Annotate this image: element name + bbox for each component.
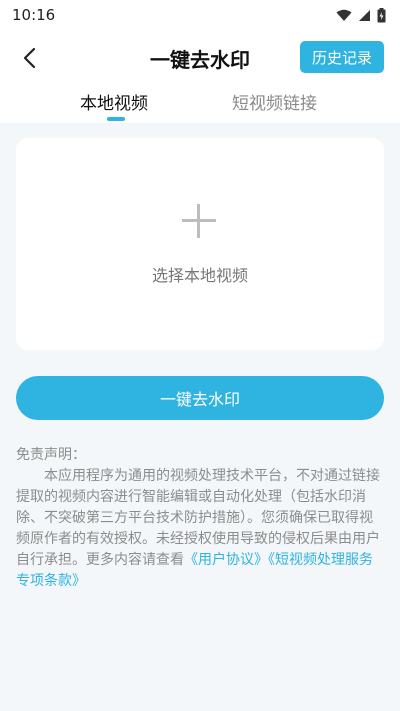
select-video-card[interactable]: 选择本地视频 bbox=[16, 138, 384, 350]
plus-icon bbox=[182, 204, 216, 238]
disclaimer-heading: 免责声明： bbox=[16, 447, 86, 463]
tab-local-video[interactable]: 本地视频 bbox=[80, 89, 148, 114]
battery-icon bbox=[377, 7, 386, 22]
signal-icon bbox=[359, 9, 370, 21]
tab-bar: 本地视频 短视频链接 bbox=[0, 85, 400, 123]
disclaimer-body: 本应用程序为通用的视频处理技术平台，不对通过链接提取的视频内容进行智能编辑或自动… bbox=[16, 466, 382, 592]
select-video-label: 选择本地视频 bbox=[151, 266, 248, 285]
disclaimer: 免责声明： 本应用程序为通用的视频处理技术平台，不对通过链接提取的视频内容进行智… bbox=[16, 445, 382, 592]
status-icons bbox=[336, 7, 386, 23]
tab-video-link[interactable]: 短视频链接 bbox=[232, 89, 317, 114]
wifi-icon bbox=[336, 9, 352, 21]
status-bar: 10:16 bbox=[0, 0, 400, 30]
user-agreement-link[interactable]: 《用户协议》 bbox=[184, 552, 268, 568]
remove-watermark-button[interactable]: 一键去水印 bbox=[16, 376, 384, 420]
app-header: 一键去水印 历史记录 bbox=[0, 30, 400, 85]
active-tab-indicator bbox=[107, 117, 125, 121]
status-time: 10:16 bbox=[12, 6, 56, 24]
history-button[interactable]: 历史记录 bbox=[300, 41, 384, 73]
